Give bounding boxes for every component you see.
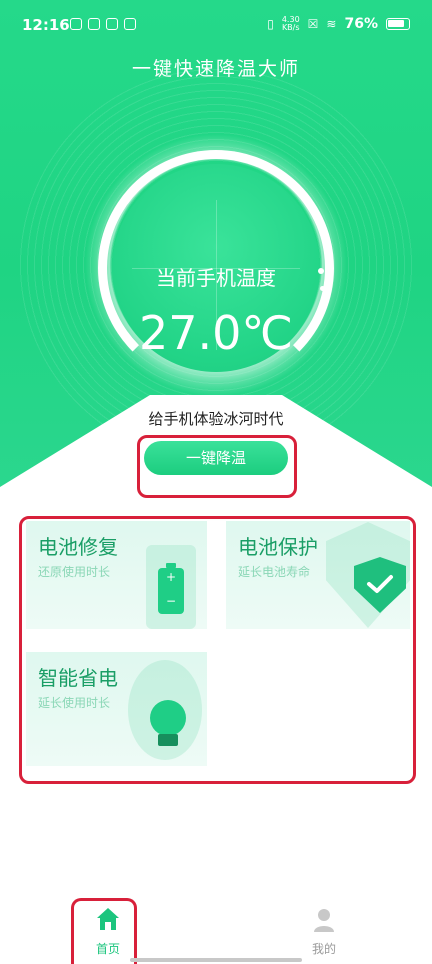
status-right: ▯ 4.30 KB/s ☒ ≋ 76% <box>267 16 410 32</box>
battery-percent: 76% <box>344 16 378 32</box>
close-box-icon: ☒ <box>307 17 319 31</box>
highlight-box-cool-button <box>137 435 297 498</box>
net-speed: 4.30 KB/s <box>281 15 300 32</box>
bottom-navigation: 首页 我的 <box>0 894 432 964</box>
nav-me[interactable]: 我的 <box>284 906 364 957</box>
store-icon <box>88 18 100 30</box>
slogan: 给手机体验冰河时代 <box>148 410 284 428</box>
gauge-dot <box>320 286 325 291</box>
app-screen: 当前手机温度 27.0℃ 12:16 ▯ 4.30 KB/s ☒ ≋ 76% 一… <box>0 0 432 964</box>
temperature-label: 当前手机温度 <box>156 266 276 290</box>
status-time: 12:16 <box>22 16 70 34</box>
nav-me-label: 我的 <box>311 942 336 956</box>
vibrate-icon: ▯ <box>267 17 274 31</box>
app-title: 一键快速降温大师 <box>131 58 300 80</box>
crown-icon <box>124 18 136 30</box>
status-bar: 12:16 ▯ 4.30 KB/s ☒ ≋ 76% <box>0 0 432 46</box>
app-icon <box>106 18 118 30</box>
user-icon <box>314 909 334 932</box>
temperature-value: 27.0℃ <box>138 306 294 360</box>
notification-icons <box>70 18 136 30</box>
highlight-box-cards <box>19 516 416 784</box>
gesture-bar[interactable] <box>130 958 302 962</box>
battery-icon <box>386 18 410 30</box>
wifi-icon: ≋ <box>326 17 337 31</box>
highlight-box-home <box>71 898 137 964</box>
tiktok-icon <box>70 18 82 30</box>
